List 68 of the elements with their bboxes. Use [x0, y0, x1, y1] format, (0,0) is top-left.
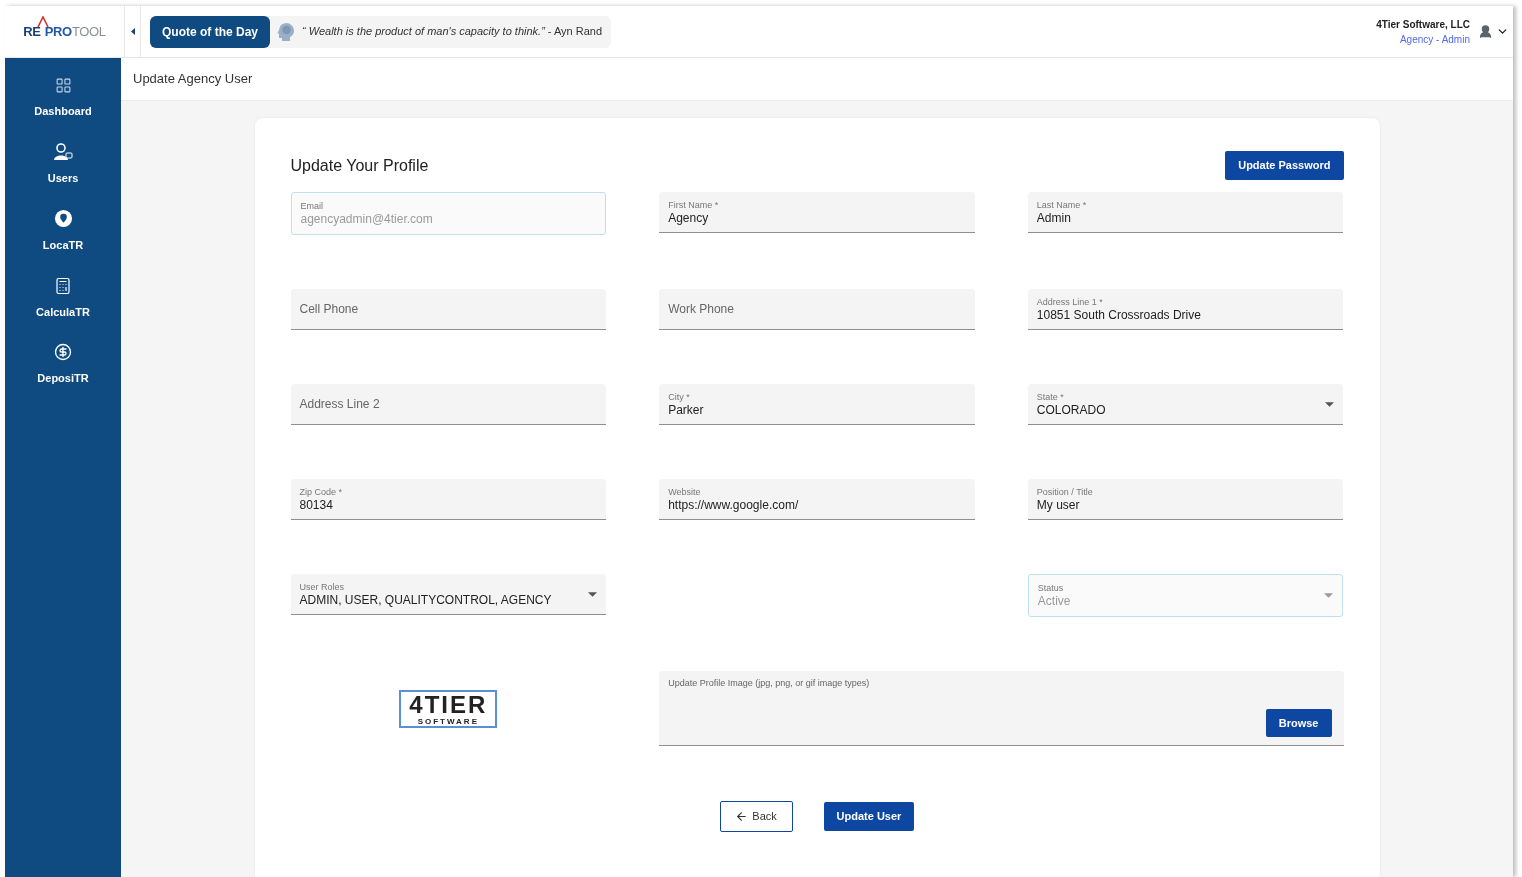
sidebar-item[interactable]: Dashboard	[5, 77, 121, 120]
sidebar-item[interactable]: CalculaTR	[5, 276, 121, 320]
field-value: ADMIN, USER, QUALITYCONTROL, AGENCY	[299, 592, 553, 608]
field-value: COLORADO	[1036, 402, 1107, 418]
field-label: Address Line 1 *	[1036, 295, 1104, 308]
user-role: Agency - Admin	[1399, 32, 1470, 47]
company-logo: 4TIER SOFTWARE	[399, 689, 498, 728]
dashboard-icon	[54, 77, 72, 94]
field-value: https://www.google.com/	[668, 497, 800, 513]
browse-button[interactable]: Browse	[1265, 709, 1332, 737]
field-label: First Name *	[668, 198, 720, 211]
field-placeholder: Address Line 2	[299, 396, 381, 413]
user-icon	[53, 142, 73, 161]
arrow-left-icon	[735, 810, 749, 823]
sidebar-item[interactable]: DeposiTR	[5, 343, 121, 387]
field-label: Email	[300, 200, 324, 212]
update-user-button[interactable]: Update User	[823, 802, 915, 831]
field-value: Parker	[668, 402, 705, 418]
input-field[interactable]: Website https://www.google.com/	[659, 479, 975, 520]
input-field[interactable]: First Name * Agency	[659, 192, 975, 233]
input-field[interactable]: Cell Phone	[290, 289, 607, 330]
field-value: 10851 South Crossroads Drive	[1036, 307, 1202, 323]
field-placeholder: Work Phone	[668, 301, 735, 318]
page-title: Update Agency User	[133, 70, 253, 89]
dropdown-caret-icon	[588, 591, 598, 597]
select-field[interactable]: State * COLORADO	[1027, 384, 1344, 425]
form-title: Update Your Profile	[290, 155, 429, 176]
select-field[interactable]: User Roles ADMIN, USER, QUALITYCONTROL, AGENCY	[290, 574, 607, 615]
field-value: Agency	[668, 210, 710, 226]
company-name: 4Tier Software, LLC	[1376, 17, 1470, 32]
input-field[interactable]: Position / Title My user	[1027, 479, 1344, 520]
input-field[interactable]: Work Phone	[659, 289, 975, 330]
logo-mark-icon	[37, 16, 50, 28]
field-value: Admin	[1036, 210, 1072, 226]
calculator-icon	[54, 276, 72, 295]
field-value: My user	[1036, 497, 1081, 513]
input-field[interactable]: Zip Code * 80134	[290, 479, 607, 520]
caret-left-icon	[130, 28, 135, 35]
location-pin-icon	[53, 209, 73, 228]
input-field[interactable]: Last Name * Admin	[1027, 192, 1344, 233]
update-password-button[interactable]: Update Password	[1225, 151, 1344, 180]
field-value: agencyadmin@4tier.com	[300, 212, 434, 227]
app-logo: RE PROTOOL	[23, 25, 106, 38]
field-label: User Roles	[299, 580, 345, 593]
field-label: Update Profile Image (jpg, png, or gif image types)	[668, 677, 871, 690]
quote-text: “ Wealth is the product of man's capacity to think.” - Ayn Rand	[302, 24, 603, 40]
field-label: Status	[1037, 582, 1065, 594]
account-menu-button[interactable]	[1478, 24, 1509, 39]
quote-label: Quote of the Day	[150, 15, 270, 48]
field-label: City *	[668, 390, 691, 403]
field-value: Active	[1037, 594, 1072, 609]
input-field[interactable]: Address Line 2	[290, 384, 607, 425]
sidebar-item[interactable]: LocaTR	[5, 209, 121, 254]
field-label: Position / Title	[1036, 485, 1094, 498]
field-placeholder: Cell Phone	[299, 301, 360, 318]
field-label: State *	[1036, 390, 1065, 403]
field-value: 80134	[299, 497, 334, 513]
field-label: Website	[668, 485, 702, 498]
person-icon	[1478, 24, 1493, 39]
back-button[interactable]: Back	[719, 801, 793, 832]
image-upload-field[interactable]: Update Profile Image (jpg, png, or gif image types) Browse	[659, 671, 1344, 746]
dropdown-caret-icon	[1325, 401, 1335, 407]
input-field[interactable]: Address Line 1 * 10851 South Crossroads Drive	[1027, 289, 1344, 330]
field-label: Zip Code *	[299, 485, 344, 498]
input-field[interactable]: City * Parker	[659, 384, 975, 425]
dropdown-caret-icon	[1324, 593, 1334, 598]
sidebar-item[interactable]: Users	[5, 142, 121, 186]
field-label: Last Name *	[1036, 198, 1088, 211]
